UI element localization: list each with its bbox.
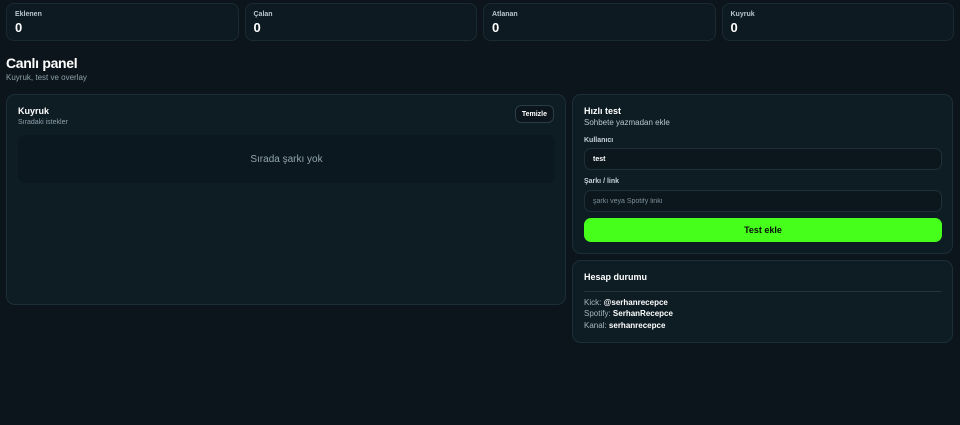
kick-status-row: Kick: @serhanrecepce <box>584 298 668 307</box>
stat-skipped-value: 0 <box>492 20 500 35</box>
queue-subtitle: Sıradaki istekler <box>18 119 68 126</box>
queue-empty-text: Sırada şarkı yok <box>250 153 323 165</box>
song-input[interactable] <box>584 190 942 212</box>
page-subtitle: Kuyruk, test ve overlay <box>6 73 87 82</box>
quick-test-title: Hızlı test <box>584 106 622 116</box>
spotify-value: SerhanRecepce <box>612 309 673 318</box>
kick-label: Kick: <box>584 298 602 307</box>
account-divider <box>584 291 942 292</box>
queue-empty-state: Sırada şarkı yok <box>18 135 555 183</box>
spotify-label: Spotify: <box>584 309 611 318</box>
quick-test-subtitle: Sohbete yazmadan ekle <box>584 118 670 127</box>
stat-added: Eklenen 0 <box>6 3 239 41</box>
stat-queue: Kuyruk 0 <box>721 3 954 41</box>
stat-added-label: Eklenen <box>15 11 42 18</box>
channel-value: serhanrecepce <box>608 321 666 330</box>
quick-test-card: Hızlı test Sohbete yazmadan ekle Kullanı… <box>572 94 953 254</box>
stat-added-value: 0 <box>15 20 23 35</box>
stat-playing-value: 0 <box>253 20 261 35</box>
channel-status-row: Kanal: serhanrecepce <box>584 321 665 330</box>
queue-title: Kuyruk <box>18 106 50 116</box>
stat-skipped-label: Atlanan <box>492 11 518 18</box>
account-status-card: Hesap durumu Kick: @serhanrecepce Spotif… <box>572 260 953 343</box>
clear-queue-button[interactable]: Temizle <box>514 105 554 123</box>
user-field-label: Kullanıcı <box>584 137 614 144</box>
stat-playing: Çalan 0 <box>244 3 477 41</box>
queue-card: Kuyruk Sıradaki istekler Temizle Sırada … <box>6 94 566 305</box>
stat-queue-label: Kuyruk <box>730 11 755 18</box>
kick-value: @serhanrecepce <box>603 298 668 307</box>
stat-playing-label: Çalan <box>253 11 273 18</box>
stat-queue-value: 0 <box>730 20 738 35</box>
account-status-title: Hesap durumu <box>584 272 648 282</box>
add-test-button[interactable]: Test ekle <box>584 218 942 242</box>
page-title: Canlı panel <box>6 55 78 71</box>
song-field-label: Şarkı / link <box>584 178 620 185</box>
channel-label: Kanal: <box>584 321 607 330</box>
stats-bar: Eklenen 0 Çalan 0 Atlanan 0 Kuyruk 0 <box>6 3 954 41</box>
stat-skipped: Atlanan 0 <box>483 3 716 41</box>
spotify-status-row: Spotify: SerhanRecepce <box>584 309 673 318</box>
user-input[interactable] <box>584 148 942 170</box>
